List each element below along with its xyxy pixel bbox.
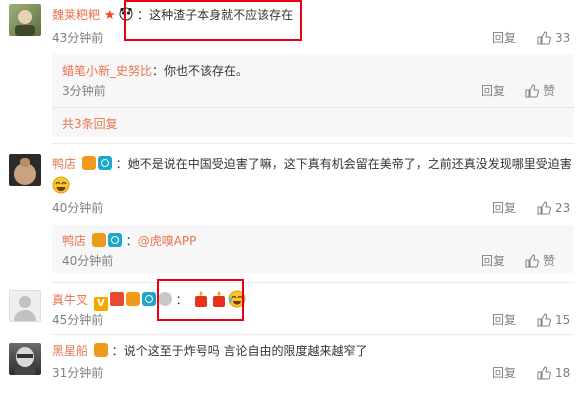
avatar[interactable] (9, 343, 41, 375)
thumbs-up-icon (525, 254, 539, 268)
crown-badge-icon (91, 233, 106, 247)
avatar[interactable] (9, 4, 41, 36)
like-count: 15 (555, 313, 571, 327)
like-count: 18 (555, 366, 571, 380)
sub-reply-button[interactable]: 回复 (481, 84, 505, 98)
sub-comment-time: 3分钟前 (62, 84, 106, 98)
avatar-image (15, 10, 35, 36)
thumbs-up-icon (537, 366, 551, 380)
divider (52, 282, 574, 283)
comment-time: 45分钟前 (52, 313, 104, 327)
highlight-box (157, 279, 244, 321)
divider (52, 143, 574, 144)
mention-link[interactable]: @虎嗅APP (138, 234, 197, 248)
like-button[interactable]: 33 (537, 31, 570, 45)
crown-badge-icon (125, 292, 140, 306)
sub-comment-box: 鸭店 ：@虎嗅APP 40分钟前 回复 赞 (52, 225, 574, 273)
comment-time: 40分钟前 (52, 201, 104, 215)
sub-reply-button[interactable]: 回复 (481, 254, 505, 268)
camera-badge-icon (97, 156, 112, 170)
highlight-box (124, 0, 302, 41)
reply-button[interactable]: 回复 (492, 201, 516, 215)
comment-time: 43分钟前 (52, 31, 104, 45)
divider (52, 107, 574, 108)
comment-item: 黑星船 ：说个这至于炸号吗 言论自由的限度越来越窄了 31分钟前 回复 18 (0, 339, 584, 393)
colon: ： (152, 64, 165, 78)
like-label: 赞 (543, 254, 556, 268)
comment-text: 她不是说在中国受迫害了嘛，这下真有机会留在美帝了，之前还真没发现哪里受迫害 (127, 157, 572, 171)
username[interactable]: 真牛叉 (52, 293, 88, 307)
camera-badge-icon (141, 292, 156, 306)
sub-comment-time: 40分钟前 (62, 254, 114, 268)
username[interactable]: 鸭店 (52, 157, 76, 171)
thumbs-up-icon (537, 31, 551, 45)
crown-badge-icon (81, 156, 96, 170)
colon: ： (125, 234, 138, 248)
comment-line: 鸭店 ：她不是说在中国受迫害了嘛，这下真有机会留在美帝了，之前还真没发现哪里受迫… (52, 156, 572, 172)
sub-comment-text: 你也不该存在。 (164, 64, 249, 78)
like-button[interactable]: 15 (537, 313, 570, 327)
like-label: 赞 (543, 84, 556, 98)
reply-button[interactable]: 回复 (492, 366, 516, 380)
comment-text: 说个这至于炸号吗 言论自由的限度越来越窄了 (123, 344, 368, 358)
laughing-emoji-icon (52, 176, 70, 194)
divider (52, 334, 574, 335)
comment-item: 鸭店 ：她不是说在中国受迫害了嘛，这下真有机会留在美帝了，之前还真没发现哪里受迫… (0, 150, 584, 280)
comment-line: 黑星船 ：说个这至于炸号吗 言论自由的限度越来越窄了 (52, 343, 368, 359)
sub-username[interactable]: 蜡笔小新_史努比 (62, 64, 152, 78)
avatar-image (15, 347, 35, 375)
red-badge-icon (109, 292, 124, 306)
like-button[interactable]: 18 (537, 366, 570, 380)
avatar[interactable] (9, 154, 41, 186)
like-button[interactable]: 23 (537, 201, 570, 215)
avatar-image (14, 158, 36, 185)
sub-comment-line: 蜡笔小新_史努比：你也不该存在。 (62, 63, 248, 79)
colon: ： (111, 344, 124, 358)
sub-username[interactable]: 鸭店 (62, 234, 86, 248)
star-icon: ★ (103, 8, 116, 23)
more-replies-link[interactable]: 共3条回复 (62, 117, 118, 131)
reply-button[interactable]: 回复 (492, 313, 516, 327)
avatar[interactable] (9, 290, 41, 322)
username[interactable]: 魏莱粑粑 (52, 8, 100, 22)
comment-item: 真牛叉 V ： 45分钟前 回复 15 (0, 286, 584, 334)
thumbs-up-icon (537, 201, 551, 215)
thumbs-up-icon (525, 84, 539, 98)
like-count: 23 (555, 201, 571, 215)
crown-badge-icon (93, 343, 108, 357)
default-avatar-icon (14, 296, 36, 321)
thumbs-up-icon (537, 313, 551, 327)
like-count: 33 (555, 31, 571, 45)
verified-v-icon: V (93, 297, 108, 311)
colon: ： (115, 157, 128, 171)
camera-badge-icon (107, 233, 122, 247)
sub-like-button[interactable]: 赞 (525, 254, 555, 268)
reply-button[interactable]: 回复 (492, 31, 516, 45)
username[interactable]: 黑星船 (52, 344, 88, 358)
comment-time: 31分钟前 (52, 366, 104, 380)
sub-comment-line: 鸭店 ：@虎嗅APP (62, 233, 196, 249)
sub-comment-box: 蜡笔小新_史努比：你也不该存在。 3分钟前 回复 赞 共3条回复 (52, 54, 574, 137)
sub-like-button[interactable]: 赞 (525, 84, 555, 98)
